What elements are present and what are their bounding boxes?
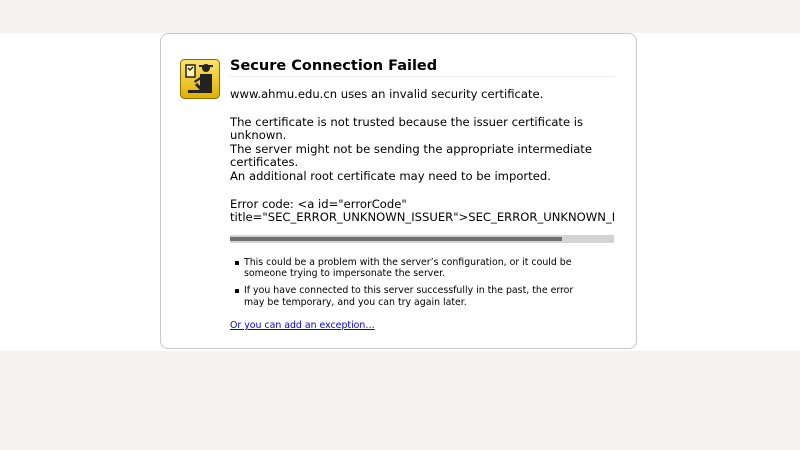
error-details: The certificate is not trusted because t… (230, 114, 615, 184)
domain-message: www.ahmu.edu.cn uses an invalid security… (230, 87, 544, 101)
list-item: This could be a problem with the server’… (230, 257, 574, 280)
error-panel: Secure Connection Failed www.ahmu.edu.cn… (160, 33, 637, 349)
bullet-icon (235, 260, 239, 265)
detail-line: The server might not be sending the appr… (230, 141, 592, 170)
bullet-icon (235, 288, 239, 293)
error-title: Secure Connection Failed (230, 57, 615, 77)
technical-details-bar[interactable] (230, 234, 614, 243)
detail-line: An additional root certificate may need … (230, 168, 551, 183)
error-content: Secure Connection Failed www.ahmu.edu.cn… (230, 57, 615, 332)
detail-line: The certificate is not trusted because t… (230, 114, 584, 143)
technical-details-bar-fill (230, 236, 563, 241)
list-item: If you have connected to this server suc… (230, 285, 574, 308)
reasons-list: This could be a problem with the server’… (230, 257, 615, 308)
error-code-text: Error code: <a id="errorCode" title="SEC… (230, 197, 615, 225)
reason-text: If you have connected to this server suc… (244, 284, 574, 308)
add-exception-link[interactable]: Or you can add an exception… (230, 320, 375, 331)
reason-text: This could be a problem with the server’… (244, 256, 572, 280)
security-officer-icon (180, 59, 220, 99)
top-band (0, 0, 800, 33)
error-code: Error code: <a id="errorCode" title="SEC… (230, 198, 615, 225)
